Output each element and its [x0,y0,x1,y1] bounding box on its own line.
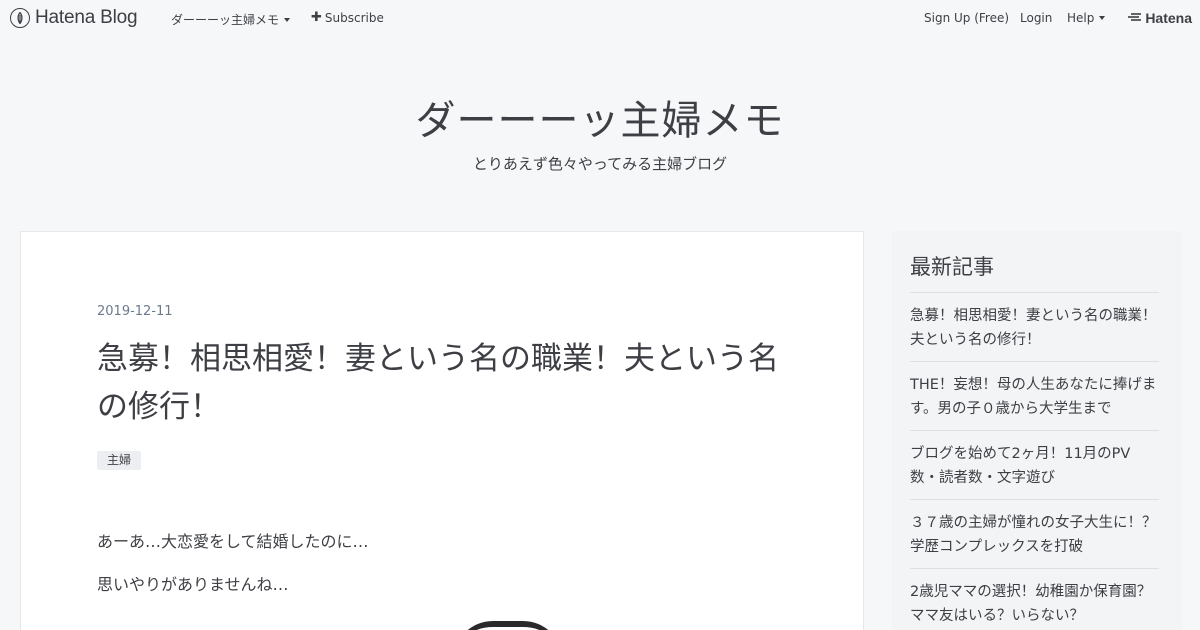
blog-menu-label: ダーーーッ主婦メモ [171,13,280,27]
hatena-home-link[interactable]: Hatena [1128,10,1192,26]
hatena-blog-logo-icon [10,8,30,28]
help-dropdown[interactable]: Help [1067,11,1106,25]
recent-entries-list: 急募！相思相愛！妻という名の職業！夫という名の修行！ THE！妄想！母の人生あな… [910,292,1159,630]
entry-date[interactable]: 2019-12-11 [97,304,173,319]
entry-paragraph: あーあ…大恋愛をして結婚したのに… [97,532,369,551]
recent-entries-title: 最新記事 [910,255,994,279]
help-label: Help [1067,11,1095,25]
subscribe-button[interactable]: ✚ Subscribe [311,11,384,25]
login-link[interactable]: Login [1020,11,1052,25]
category-badge[interactable]: 主婦 [97,451,142,470]
caret-down-icon [1099,16,1106,20]
blog-description: とりあえず色々やってみる主婦ブログ [472,155,728,173]
sidebar: 最新記事 急募！相思相愛！妻という名の職業！夫という名の修行！ THE！妄想！母… [892,231,1182,630]
brand-name: Hatena Blog [35,7,138,28]
subscribe-label: Subscribe [324,11,384,25]
entry-card: 2019-12-11 急募！相思相愛！妻という名の職業！夫という名の修行！ 主婦… [20,231,864,630]
global-header: Hatena Blog ダーーーッ主婦メモ ✚ Subscribe Sign U… [0,0,1200,36]
entry-title[interactable]: 急募！相思相愛！妻という名の職業！夫という名の修行！ [97,335,797,431]
recent-entry-link[interactable]: ブログを始めて2ヶ月！11月のPV数・読者数・文字遊び [910,430,1159,499]
plus-icon: ✚ [311,10,322,25]
hatena-logo-icon [1128,11,1142,25]
recent-entry-link[interactable]: 急募！相思相愛！妻という名の職業！夫という名の修行！ [910,292,1159,361]
signup-link[interactable]: Sign Up (Free) [924,11,1009,25]
blog-title[interactable]: ダーーーッ主婦メモ [0,88,1200,146]
recent-entry-link[interactable]: THE！妄想！母の人生あなたに捧げます。男の子０歳から大学生まで [910,361,1159,430]
caret-down-icon [284,17,291,22]
recent-entry-link[interactable]: 2歳児ママの選択！幼稚園か保育園？ママ友はいる？いらない？ [910,568,1159,630]
recent-entry-link[interactable]: ３７歳の主婦が憧れの女子大生に！？学歴コンプレックスを打破 [910,499,1159,568]
entry-paragraph: 思いやりがありませんね… [97,575,289,594]
entry-image [453,621,563,630]
hatena-logo-text: Hatena [1145,10,1192,26]
hatena-blog-brand-link[interactable]: Hatena Blog [10,7,138,29]
blog-menu-dropdown[interactable]: ダーーーッ主婦メモ [171,11,291,28]
